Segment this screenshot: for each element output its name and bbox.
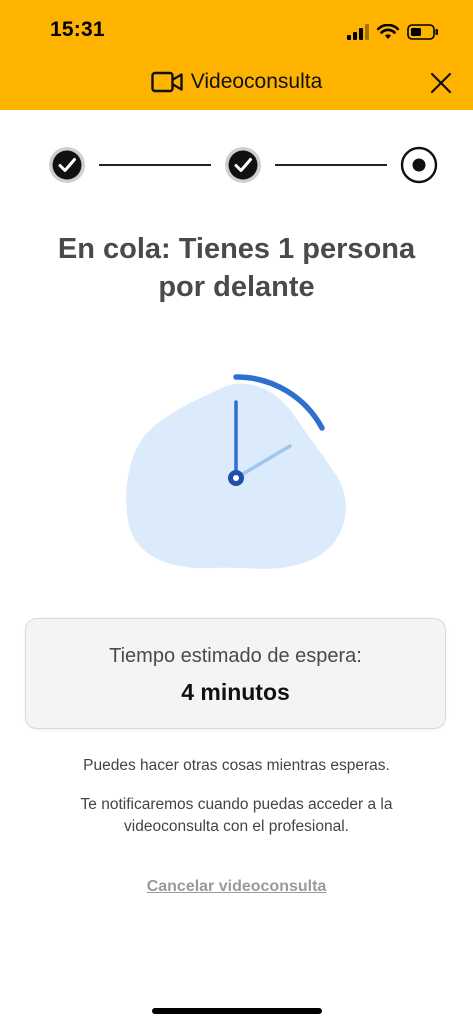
info-text-2-line-2: videoconsulta con el profesional. (124, 818, 349, 835)
queue-heading: En cola: Tienes 1 persona por delante (30, 230, 443, 306)
app-header: 15:31 Videoconsulta (0, 0, 473, 110)
title-group: Videoconsulta (0, 70, 473, 94)
step-2-completed (225, 147, 261, 183)
radio-dot-icon (412, 158, 426, 172)
clock-waiting-icon (126, 374, 346, 569)
wait-time-card: Tiempo estimado de espera: 4 minutos (25, 618, 446, 729)
battery-icon (407, 24, 438, 40)
status-bar: 15:31 (0, 0, 473, 62)
wifi-icon (377, 24, 399, 39)
cellular-signal-icon (347, 24, 369, 40)
step-1-completed (49, 147, 85, 183)
status-time: 15:31 (50, 18, 105, 41)
video-camera-icon (151, 71, 183, 93)
queue-heading-line-1: En cola: Tienes 1 persona (57, 233, 416, 265)
step-connector (99, 164, 211, 166)
step-connector (275, 164, 387, 166)
wait-time-label: Tiempo estimado de espera: (109, 645, 362, 667)
page-title: Videoconsulta (190, 70, 323, 93)
title-bar: Videoconsulta (0, 62, 473, 110)
info-text-2: Te notificaremos cuando puedas acceder a… (30, 794, 443, 838)
progress-stepper (47, 145, 439, 187)
wait-time-value: 4 minutos (181, 679, 290, 705)
cancel-videoconsulta-link[interactable]: Cancelar videoconsulta (0, 878, 473, 896)
close-icon[interactable] (427, 69, 455, 97)
queue-heading-line-2: por delante (158, 271, 315, 303)
step-3-current (400, 146, 438, 184)
info-text-1: Puedes hacer otras cosas mientras espera… (83, 757, 390, 774)
home-indicator (152, 1008, 322, 1014)
info-text-2-line-1: Te notificaremos cuando puedas acceder a… (80, 796, 393, 813)
status-icons (347, 20, 439, 44)
